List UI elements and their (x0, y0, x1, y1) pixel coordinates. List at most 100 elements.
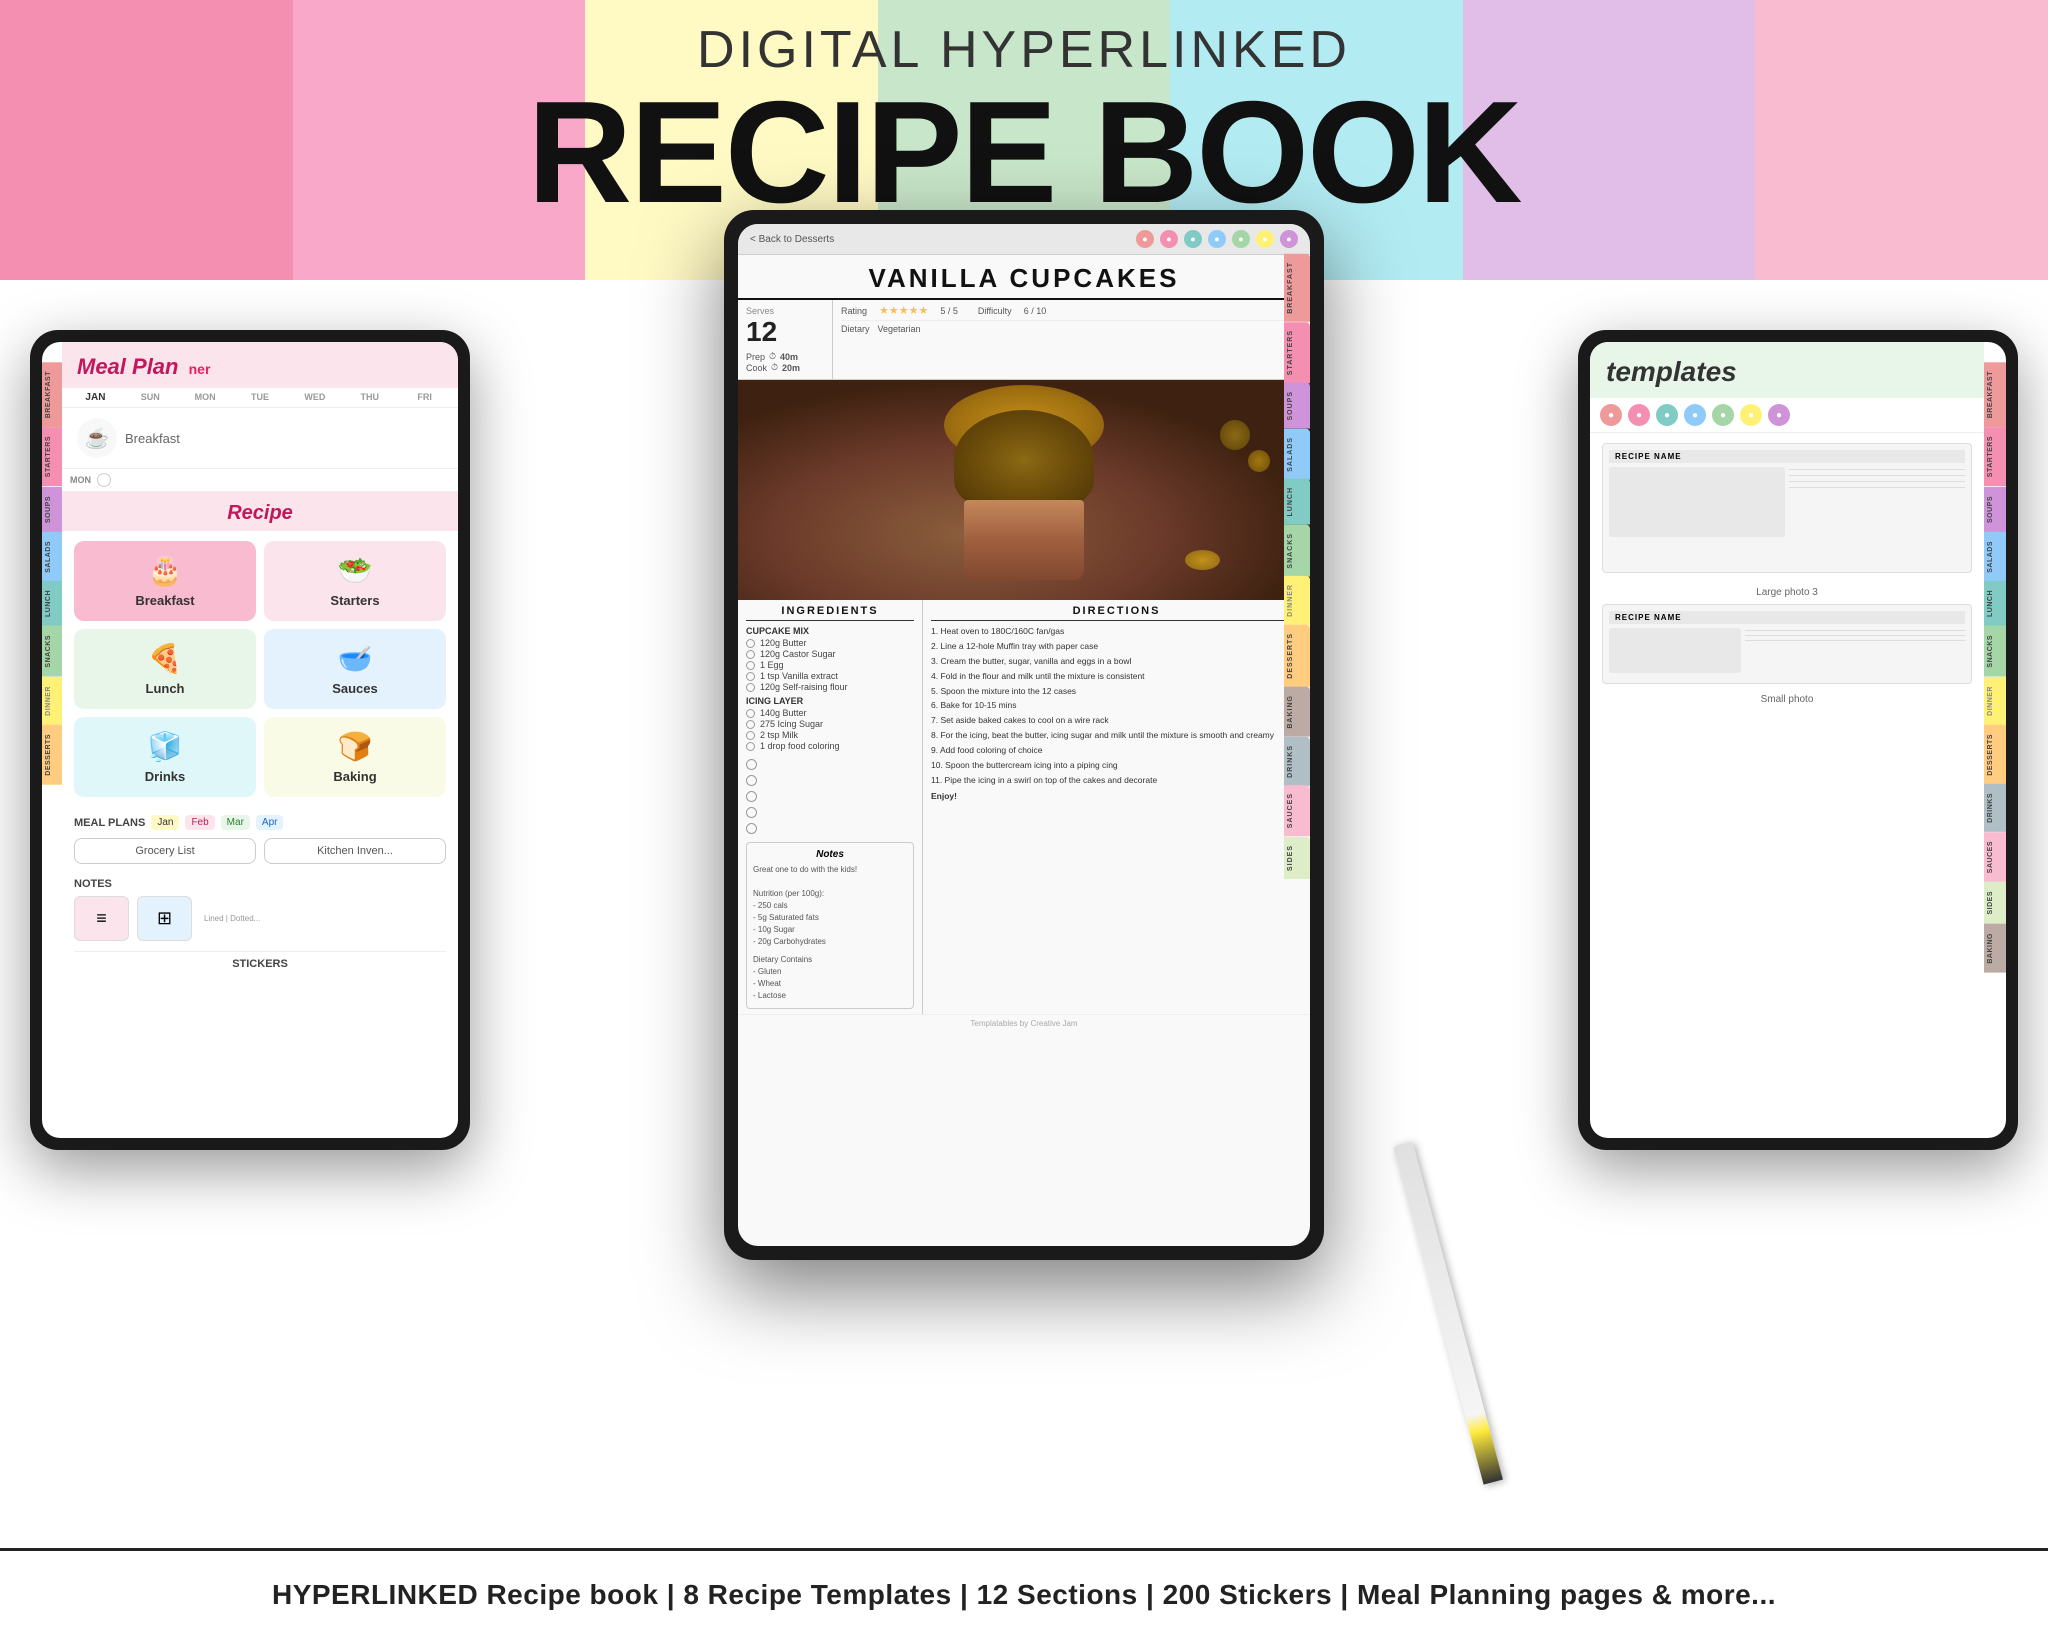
difficulty-label: Difficulty (978, 306, 1012, 316)
meal-plans-label: MEAL PLANS (74, 817, 145, 829)
recipe-card-breakfast[interactable]: 🎂 Breakfast (74, 541, 256, 621)
center-tab-sides[interactable]: SIDES (1284, 837, 1310, 879)
month-apr-btn[interactable]: Apr (256, 815, 284, 830)
left-tab-desserts[interactable]: DESSERTS (42, 725, 62, 785)
center-tab-baking[interactable]: BAKING (1284, 687, 1310, 737)
cal-mon: MON (180, 392, 231, 403)
center-tab-dinner[interactable]: DINNER (1284, 576, 1310, 625)
notes-box-title: Notes (753, 849, 907, 860)
right-tab-lunch[interactable]: LUNCH (1984, 581, 2006, 626)
serves-label: Serves (746, 306, 824, 316)
center-tab-snacks[interactable]: SNACKS (1284, 525, 1310, 577)
right-tab-sides[interactable]: SIDES (1984, 882, 2006, 924)
right-tab-snacks[interactable]: SNACKS (1984, 626, 2006, 677)
recipe-card-lunch[interactable]: 🍕 Lunch (74, 629, 256, 709)
left-tab-snacks[interactable]: SNACKS (42, 626, 62, 677)
cupcake-bottom (964, 500, 1084, 580)
sauces-icon: 🥣 (338, 642, 373, 675)
left-tab-starters[interactable]: STARTERS (42, 427, 62, 486)
back-to-desserts[interactable]: < Back to Desserts (750, 234, 834, 245)
left-tab-lunch[interactable]: LUNCH (42, 581, 62, 626)
center-tab-breakfast[interactable]: BREAKFAST (1284, 254, 1310, 322)
right-tab-breakfast[interactable]: BREAKFAST (1984, 362, 2006, 427)
recipe-card-starters[interactable]: 🥗 Starters (264, 541, 446, 621)
nav-icon-3: ● (1184, 230, 1202, 248)
breakfast-card-label: Breakfast (135, 593, 194, 608)
serves-block: Serves 12 Prep ⏱ 40m Cook ⏱ 20m (738, 300, 833, 379)
rating-row: Rating ★★★★★ 5 / 5 Difficulty 6 / 10 (841, 304, 1302, 321)
small-photo-label: Small photo (1590, 694, 1984, 705)
nut-decoration-1 (1220, 420, 1250, 450)
rt-icon-6: ● (1740, 404, 1762, 426)
breakfast-cake-icon: 🎂 (148, 554, 183, 587)
center-tab-lunch[interactable]: LUNCH (1284, 479, 1310, 525)
recipe-title-bar: VANILLA CUPCAKES (738, 255, 1310, 300)
direction-10: 10. Spoon the buttercream icing into a p… (931, 760, 1302, 772)
right-side-tabs: BREAKFAST STARTERS SOUPS SALADS LUNCH SN… (1984, 362, 2006, 973)
nut-decoration-2 (1248, 450, 1270, 472)
large-photo-label: Large photo 3 (1590, 587, 1984, 598)
breakfast-icon: ☕ (77, 418, 117, 458)
nav-icons: ● ● ● ● ● ● ● (1136, 230, 1298, 248)
center-tab-starters[interactable]: STARTERS (1284, 322, 1310, 383)
center-tab-salads[interactable]: SALADS (1284, 429, 1310, 480)
right-tab-salads[interactable]: SALADS (1984, 532, 2006, 582)
left-tab-salads[interactable]: SALADS (42, 532, 62, 582)
recipe-grid: 🎂 Breakfast 🥗 Starters 🍕 Lunch 🥣 Sauces … (62, 531, 458, 807)
dietary-row: Dietary Vegetarian (841, 324, 1302, 334)
right-tab-desserts[interactable]: DESSERTS (1984, 725, 2006, 785)
right-tab-sauces[interactable]: SAUCES (1984, 832, 2006, 882)
recipe-photo (738, 380, 1310, 600)
recipe-card-sauces[interactable]: 🥣 Sauces (264, 629, 446, 709)
icing-ingredient-2: 275 Icing Sugar (746, 719, 914, 729)
difficulty-value: 6 / 10 (1024, 306, 1047, 316)
grocery-list-btn[interactable]: Grocery List (74, 838, 256, 864)
left-tab-soups[interactable]: SOUPS (42, 487, 62, 532)
right-tab-dinner[interactable]: DINNER (1984, 677, 2006, 725)
prep-label: Prep (746, 352, 765, 362)
center-tab-drinks[interactable]: DRINKS (1284, 737, 1310, 786)
cook-value: 20m (782, 363, 800, 373)
recipe-card-baking[interactable]: 🍞 Baking (264, 717, 446, 797)
cal-wed: WED (289, 392, 340, 403)
small-photo-placeholder (1609, 628, 1741, 673)
cook-icon: ⏱ (771, 362, 778, 373)
center-tab-sauces[interactable]: SAUCES (1284, 785, 1310, 836)
right-tab-starters[interactable]: STARTERS (1984, 427, 2006, 486)
month-feb-btn[interactable]: Feb (185, 815, 214, 830)
right-tab-baking[interactable]: BAKING (1984, 924, 2006, 973)
pencil (1393, 1141, 1503, 1484)
note-icon-lined: ≡ (74, 896, 129, 941)
notes-box: Notes Great one to do with the kids! Nut… (746, 842, 914, 1009)
ingredient-1: 120g Butter (746, 638, 914, 648)
rating-block: Rating ★★★★★ 5 / 5 Difficulty 6 / 10 Die… (833, 300, 1310, 379)
lunch-card-label: Lunch (146, 681, 185, 696)
right-tab-drinks[interactable]: DRINKS (1984, 784, 2006, 832)
note-label-text: Lined | Dotted... (204, 896, 260, 941)
small-photo-template: RECIPE NAME (1602, 604, 1972, 684)
recipe-section-header: Recipe (62, 492, 458, 531)
dietary-label: Dietary (841, 324, 870, 334)
lunch-icon: 🍕 (148, 642, 183, 675)
recipe-meta: Serves 12 Prep ⏱ 40m Cook ⏱ 20m Rating ★… (738, 300, 1310, 380)
prep-icon: ⏱ (769, 351, 776, 362)
extra-checks (746, 759, 914, 834)
nav-icon-6: ● (1256, 230, 1274, 248)
sauces-card-label: Sauces (332, 681, 378, 696)
left-tab-dinner[interactable]: DINNER (42, 677, 62, 725)
left-side-tabs: BREAKFAST STARTERS SOUPS SALADS LUNCH SN… (42, 362, 62, 784)
recipe-card-drinks[interactable]: 🧊 Drinks (74, 717, 256, 797)
month-jan-btn[interactable]: Jan (151, 815, 179, 830)
right-tab-soups[interactable]: SOUPS (1984, 487, 2006, 532)
rating-value: 5 / 5 (940, 306, 958, 316)
kitchen-inventory-btn[interactable]: Kitchen Inven... (264, 838, 446, 864)
nav-icon-7: ● (1280, 230, 1298, 248)
center-tab-desserts[interactable]: DESSERTS (1284, 625, 1310, 687)
tablet-center: < Back to Desserts ● ● ● ● ● ● ● VANILLA… (724, 210, 1324, 1260)
dietary-value: Vegetarian (878, 324, 921, 334)
notes-title: NOTES (74, 878, 446, 890)
small-photo-grid (1609, 628, 1965, 673)
center-tab-soups[interactable]: SOUPS (1284, 383, 1310, 429)
left-tab-breakfast[interactable]: BREAKFAST (42, 362, 62, 427)
month-mar-btn[interactable]: Mar (221, 815, 250, 830)
